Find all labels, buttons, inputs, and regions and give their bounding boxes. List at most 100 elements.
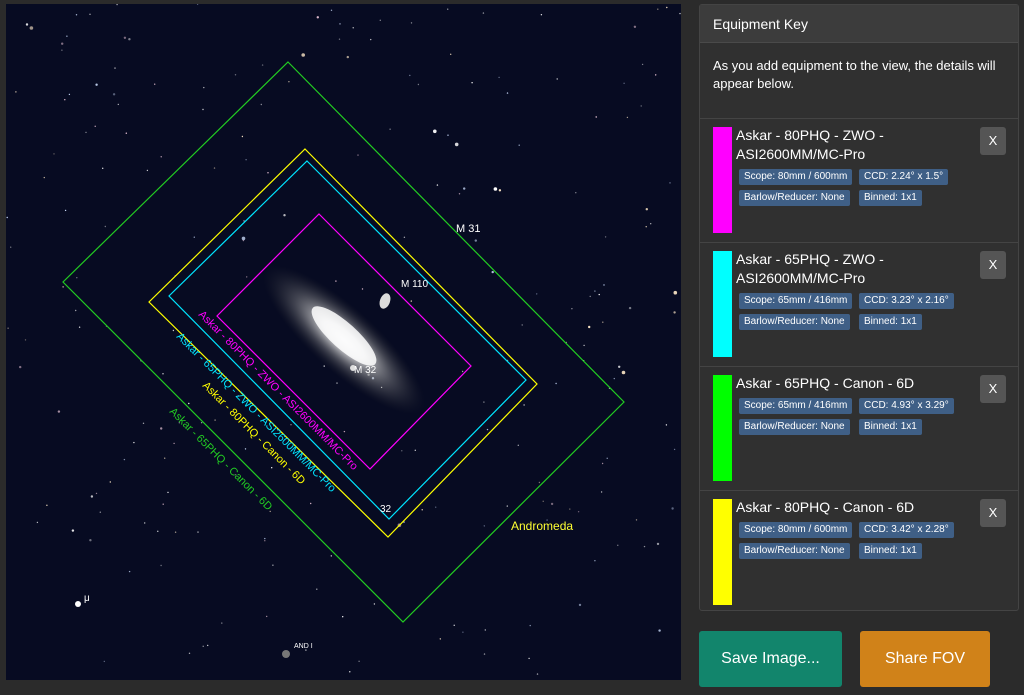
- sky-view[interactable]: M 31 M 110 M 32 32 Andromeda μ AND I Ask…: [6, 4, 681, 680]
- star: [57, 410, 61, 413]
- star: [594, 290, 596, 292]
- star: [403, 236, 406, 238]
- label-m32: M 32: [354, 365, 377, 376]
- star: [75, 309, 77, 312]
- remove-button[interactable]: X: [980, 127, 1006, 155]
- star: [410, 300, 412, 302]
- star: [379, 19, 381, 21]
- star: [264, 537, 266, 540]
- star: [641, 63, 644, 66]
- binned-badge: Binned: 1x1: [859, 543, 922, 559]
- and-i-blob: [282, 650, 290, 658]
- star: [453, 624, 455, 626]
- star: [578, 603, 582, 607]
- star: [200, 422, 203, 424]
- remove-button[interactable]: X: [980, 251, 1006, 279]
- star: [19, 365, 22, 369]
- star: [635, 519, 638, 521]
- equipment-item: Askar - 80PHQ - Canon - 6D Scope: 80mm /…: [700, 491, 1018, 615]
- star: [529, 624, 531, 627]
- star: [246, 276, 248, 278]
- star: [606, 457, 608, 459]
- star: [569, 508, 571, 510]
- star: [603, 284, 605, 286]
- star: [160, 564, 162, 567]
- star: [474, 239, 477, 242]
- star: [483, 401, 485, 403]
- star: [433, 129, 437, 134]
- binned-badge: Binned: 1x1: [859, 419, 922, 435]
- ccd-badge: CCD: 3.23° x 2.16°: [859, 293, 954, 309]
- star: [103, 660, 106, 663]
- star: [447, 134, 449, 136]
- star: [555, 382, 557, 385]
- star: [95, 83, 98, 86]
- star: [482, 12, 485, 14]
- star: [658, 629, 661, 632]
- star: [207, 644, 209, 647]
- star: [410, 22, 413, 24]
- star: [645, 208, 648, 211]
- star: [10, 246, 12, 248]
- equipment-name: Askar - 80PHQ - Canon - 6D: [736, 499, 915, 515]
- star: [450, 53, 452, 55]
- equipment-item: Askar - 65PHQ - ZWO - ASI2600MM/MC-Pro S…: [700, 243, 1018, 367]
- star: [64, 209, 67, 212]
- star: [673, 290, 678, 295]
- star: [571, 308, 573, 310]
- remove-button[interactable]: X: [980, 375, 1006, 403]
- star: [352, 27, 354, 29]
- star: [128, 570, 131, 573]
- star: [68, 93, 71, 96]
- star: [260, 103, 262, 106]
- sky-chart[interactable]: M 31 M 110 M 32 32 Andromeda μ AND I Ask…: [6, 4, 681, 680]
- scope-badge: Scope: 80mm / 600mm: [739, 522, 853, 538]
- star: [24, 339, 27, 341]
- star: [261, 64, 264, 66]
- ccd-badge: CCD: 4.93° x 3.29°: [859, 398, 954, 414]
- star: [389, 128, 391, 130]
- star: [301, 53, 306, 57]
- equipment-item: Askar - 65PHQ - Canon - 6D Scope: 65mm /…: [700, 367, 1018, 491]
- star: [241, 135, 244, 138]
- star: [640, 105, 642, 107]
- star: [160, 427, 163, 430]
- star: [540, 14, 543, 16]
- star: [336, 382, 338, 384]
- star: [342, 616, 344, 618]
- star: [349, 671, 351, 673]
- star: [556, 78, 558, 80]
- star: [339, 23, 341, 25]
- star: [550, 502, 554, 506]
- star: [613, 377, 615, 380]
- star: [241, 236, 246, 241]
- star: [221, 622, 223, 624]
- star: [36, 521, 39, 524]
- star: [521, 324, 523, 326]
- star: [491, 270, 494, 274]
- save-image-button[interactable]: Save Image...: [699, 631, 842, 687]
- share-fov-button[interactable]: Share FOV: [860, 631, 990, 687]
- star: [343, 430, 346, 433]
- star: [666, 6, 668, 9]
- star: [656, 542, 660, 546]
- star: [15, 91, 17, 93]
- star: [125, 132, 128, 134]
- star: [542, 500, 544, 502]
- star: [162, 503, 164, 505]
- remove-button[interactable]: X: [980, 499, 1006, 527]
- label-mu: μ: [84, 593, 90, 604]
- star: [89, 539, 92, 542]
- star: [409, 74, 411, 77]
- star: [454, 142, 459, 147]
- star: [61, 49, 63, 51]
- color-swatch: [713, 251, 732, 357]
- star-mu: [75, 601, 81, 607]
- ccd-badge: CCD: 2.24° x 1.5°: [859, 169, 949, 185]
- star: [117, 103, 120, 106]
- star: [471, 82, 473, 84]
- label-andromeda: Andromeda: [511, 519, 573, 533]
- star: [523, 404, 525, 406]
- star: [346, 55, 349, 59]
- star: [66, 35, 68, 37]
